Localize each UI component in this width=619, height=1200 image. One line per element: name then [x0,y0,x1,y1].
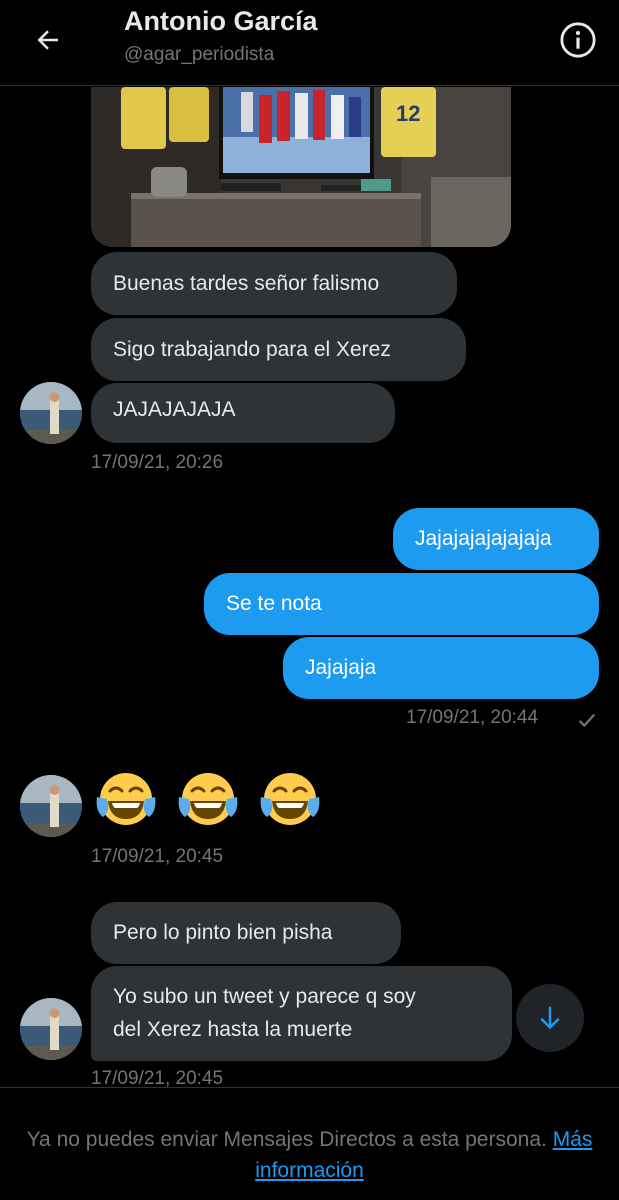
message-text: Sigo trabajando para el Xerez [113,338,391,361]
outgoing-message[interactable]: Se te nota [204,573,599,635]
avatar-photo [20,775,82,837]
outgoing-message[interactable]: Jajajaja [283,637,599,699]
message-text: Jajajaja [305,656,377,679]
incoming-message[interactable]: Buenas tardes señor falismo [91,252,457,315]
avatar-photo [20,998,82,1060]
back-button[interactable] [28,20,68,60]
arrow-left-icon [37,30,58,50]
avatar-photo [20,382,82,444]
tears-of-joy-emoji-icon [178,773,238,825]
scroll-to-bottom-button[interactable] [516,984,584,1052]
message-text-line: del Xerez hasta la muerte [113,1018,353,1041]
incoming-message[interactable]: Sigo trabajando para el Xerez [91,318,466,381]
contact-handle: @agar_periodista [124,44,275,65]
message-text: Pero lo pinto bien pisha [113,921,333,944]
contact-avatar[interactable] [20,382,82,444]
tv-room-photo: 12 [91,87,511,247]
info-button[interactable] [556,18,600,62]
message-timestamp: 17/09/21, 20:26 [91,452,224,473]
info-circle-icon [560,22,596,58]
incoming-message[interactable]: Yo subo un tweet y parece q soy del Xere… [91,966,512,1061]
message-text: Buenas tardes señor falismo [113,272,380,295]
contact-avatar[interactable] [20,775,82,837]
notice-text: Ya no puedes enviar Mensajes Directos a … [26,1128,547,1151]
outgoing-message[interactable]: Jajajajajajajaja [393,508,599,570]
conversation-header: Antonio García @agar_periodista [0,0,619,86]
message-timestamp: 17/09/21, 20:45 [91,846,224,867]
emoji-message[interactable]: 😂😂😂 [93,767,323,833]
message-text: Se te nota [226,592,322,615]
message-text-line: Yo subo un tweet y parece q soy [113,985,416,1008]
photo-message[interactable]: 12 [91,87,511,247]
contact-name[interactable]: Antonio García [124,6,318,37]
tears-of-joy-emoji-icon [260,773,320,825]
message-text: JAJAJAJAJA [113,398,236,421]
sent-check-icon [578,713,596,728]
message-text: Jajajajajajajaja [415,527,552,550]
message-thread[interactable]: 12 Buenas tardes señor falismo Sigo trab… [0,87,619,1087]
svg-text:12: 12 [396,101,420,126]
dm-disabled-notice: Ya no puedes enviar Mensajes Directos a … [0,1087,619,1200]
message-timestamp: 17/09/21, 20:45 [91,1068,224,1087]
tears-of-joy-emoji-icon [96,773,156,825]
incoming-message[interactable]: JAJAJAJAJA [91,383,395,443]
contact-avatar[interactable] [20,998,82,1060]
arrow-down-icon [540,1006,560,1030]
incoming-message[interactable]: Pero lo pinto bien pisha [91,902,401,964]
message-timestamp: 17/09/21, 20:44 [406,707,539,728]
